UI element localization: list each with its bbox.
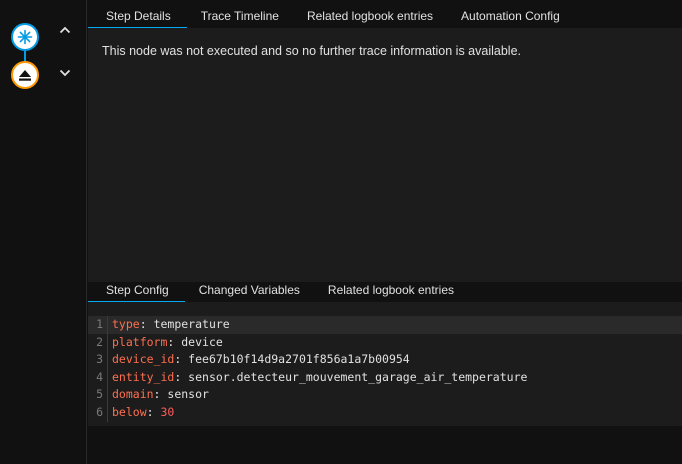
- code-line: 6 below: 30: [88, 403, 682, 422]
- tab-automation-config[interactable]: Automation Config: [447, 8, 574, 28]
- tab-related-logbook[interactable]: Related logbook entries: [293, 8, 447, 28]
- yaml-value: fee67b10f14d9a2701f856a1a7b00954: [188, 352, 410, 367]
- eject-icon: [19, 70, 31, 81]
- code-line: 2 platform: device: [88, 333, 682, 352]
- line-number: 2: [88, 333, 108, 352]
- tab-trace-timeline[interactable]: Trace Timeline: [187, 8, 293, 28]
- yaml-colon: :: [167, 334, 182, 349]
- tab-step-details[interactable]: Step Details: [88, 8, 187, 28]
- yaml-key: domain: [112, 387, 154, 402]
- code-line: 5 domain: sensor: [88, 386, 682, 404]
- yaml-key: type: [112, 317, 140, 331]
- tab-related-logbook-entries[interactable]: Related logbook entries: [314, 282, 468, 302]
- yaml-key: below: [112, 404, 147, 419]
- empty-area: [88, 426, 682, 464]
- asterisk-icon: [17, 29, 33, 45]
- code-line: 3 device_id: fee67b10f14d9a2701f856a1a7b…: [88, 351, 682, 369]
- bottom-tab-bar: Step Config Changed Variables Related lo…: [88, 282, 682, 302]
- top-tab-bar: Step Details Trace Timeline Related logb…: [88, 8, 682, 28]
- yaml-number-value: 30: [160, 404, 175, 419]
- yaml-key: entity_id: [112, 369, 175, 384]
- yaml-value: sensor.detecteur_mouvement_garage_air_te…: [188, 369, 528, 384]
- trace-graph-panel: [0, 0, 87, 464]
- yaml-colon: :: [146, 404, 161, 419]
- condition-node[interactable]: [11, 61, 39, 89]
- yaml-colon: :: [174, 352, 189, 367]
- tab-step-config[interactable]: Step Config: [88, 282, 185, 302]
- yaml-value: sensor: [167, 387, 209, 402]
- trace-content: Step Details Trace Timeline Related logb…: [88, 0, 682, 464]
- yaml-key: platform: [112, 334, 168, 349]
- tab-changed-variables[interactable]: Changed Variables: [185, 282, 314, 302]
- step-config-pane: 1 type: temperature 2 platform: device 3…: [88, 302, 682, 426]
- line-number: 5: [88, 386, 108, 404]
- chevron-up-icon: [59, 26, 71, 34]
- trigger-node[interactable]: [11, 23, 39, 51]
- previous-step-button[interactable]: [57, 22, 73, 38]
- line-number: 3: [88, 351, 108, 369]
- next-step-button[interactable]: [57, 65, 73, 81]
- trace-viewer: Step Details Trace Timeline Related logb…: [0, 0, 682, 464]
- yaml-colon: :: [153, 387, 168, 402]
- yaml-colon: :: [174, 369, 189, 384]
- yaml-value: temperature: [153, 317, 230, 331]
- yaml-code-editor[interactable]: 1 type: temperature 2 platform: device 3…: [88, 316, 682, 422]
- yaml-key: device_id: [112, 352, 175, 367]
- yaml-value: device: [181, 334, 223, 349]
- line-number: 4: [88, 368, 108, 387]
- yaml-colon: :: [139, 317, 154, 331]
- code-line: 1 type: temperature: [88, 316, 682, 334]
- step-details-pane: This node was not executed and so no fur…: [88, 28, 682, 282]
- chevron-down-icon: [59, 69, 71, 77]
- line-number: 6: [88, 403, 108, 422]
- not-executed-message: This node was not executed and so no fur…: [102, 44, 521, 58]
- code-line: 4 entity_id: sensor.detecteur_mouvement_…: [88, 368, 682, 387]
- line-number: 1: [88, 316, 108, 334]
